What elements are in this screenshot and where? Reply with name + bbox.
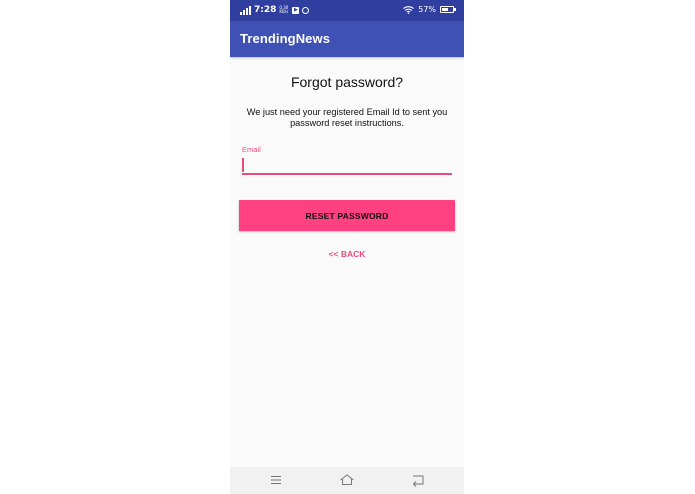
back-link[interactable]: << BACK [230, 249, 464, 259]
app-bar: TrendingNews [230, 21, 464, 57]
status-right: 57% [403, 5, 456, 14]
sync-notification-icon [302, 6, 310, 14]
wifi-icon [403, 5, 415, 14]
signal-icon [240, 5, 251, 15]
youtube-notification-icon: ▶ [292, 6, 300, 14]
status-time: 7:28 [254, 5, 277, 15]
home-icon[interactable] [338, 472, 356, 488]
back-icon[interactable] [409, 472, 427, 488]
status-bar: 7:28 0.30 KB/s ▶ 57% [230, 0, 464, 21]
system-nav-bar [230, 467, 464, 494]
menu-icon[interactable] [267, 472, 285, 488]
text-cursor [242, 158, 244, 172]
battery-percent: 57% [418, 5, 436, 14]
reset-password-button[interactable]: RESET PASSWORD [239, 200, 455, 231]
instructions-text: We just need your registered Email Id to… [246, 107, 448, 128]
app-title: TrendingNews [240, 31, 331, 46]
page-title: Forgot password? [290, 74, 404, 90]
status-left: 7:28 0.30 KB/s ▶ [240, 5, 310, 15]
battery-fill [442, 8, 448, 11]
email-label: Email [242, 145, 261, 154]
phone-screen: 7:28 0.30 KB/s ▶ 57% TrendingNews Forgot… [230, 0, 464, 494]
email-field[interactable] [242, 155, 452, 175]
battery-icon [440, 6, 456, 13]
net-speed: 0.30 KB/s [279, 5, 289, 14]
